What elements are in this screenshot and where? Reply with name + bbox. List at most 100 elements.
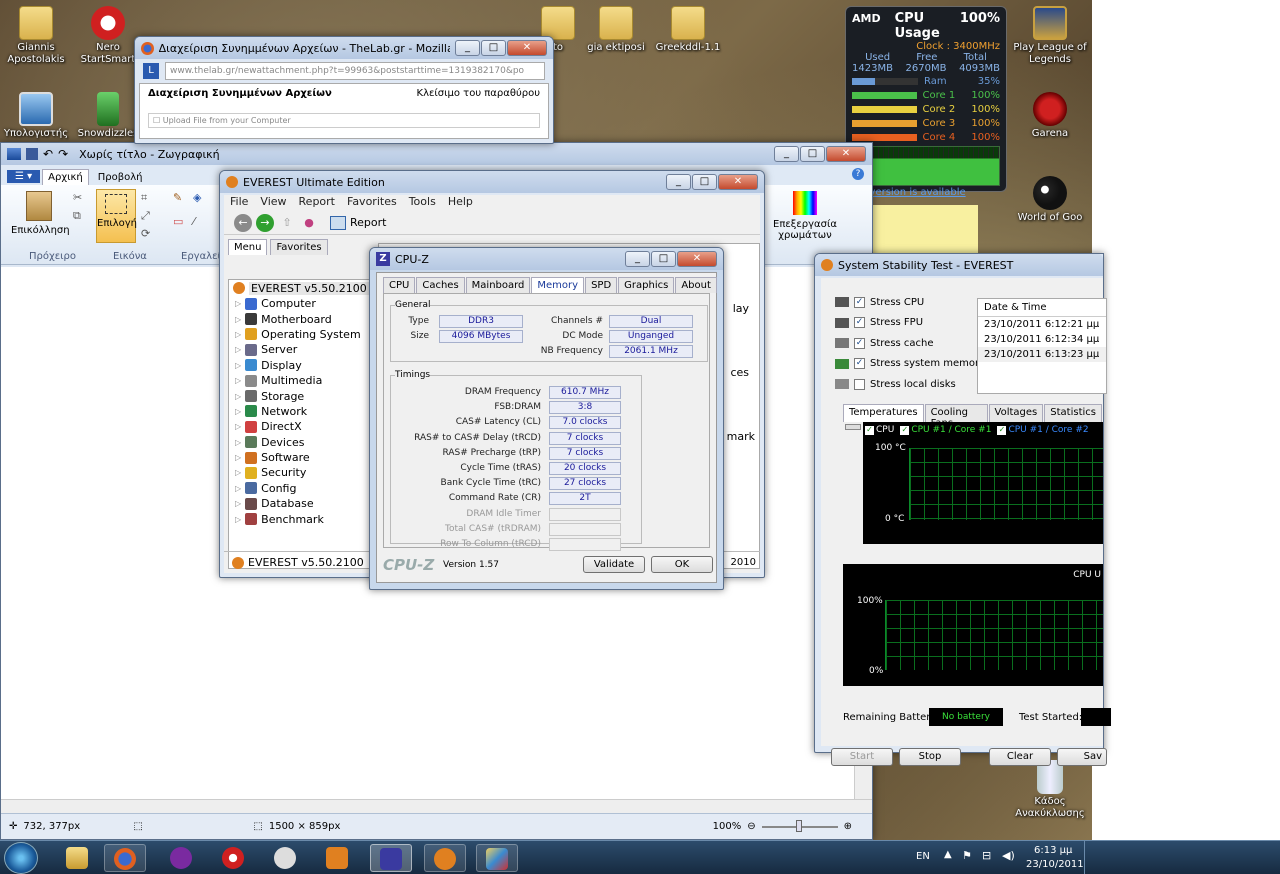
close-window-link[interactable]: Κλείσιμο του παραθύρου <box>417 88 540 99</box>
tab-menu[interactable]: Menu <box>228 239 268 255</box>
minimize-button[interactable]: _ <box>666 174 691 190</box>
log-row[interactable]: 23/10/2011 6:12:34 μμ <box>978 332 1106 347</box>
minimize-button[interactable]: _ <box>455 40 480 56</box>
tab-view[interactable]: Προβολή <box>92 169 149 185</box>
stop-button[interactable]: Stop <box>899 748 961 766</box>
new-version-link[interactable]: ew version is available <box>852 187 1000 198</box>
undo-icon[interactable]: ↶ <box>43 147 53 161</box>
stress-option[interactable]: ✓ Stress CPU <box>835 292 985 313</box>
legend-item[interactable]: ✓ CPU <box>865 425 894 435</box>
stress-checkbox[interactable]: ✓ <box>854 296 865 308</box>
upload-field[interactable]: ☐ Upload File from your Computer <box>148 113 540 128</box>
legend-checkbox[interactable]: ✓ <box>997 425 1007 435</box>
users-icon[interactable]: ● <box>300 216 318 229</box>
maximize-button[interactable]: □ <box>800 146 825 162</box>
sticky-note[interactable] <box>872 205 978 253</box>
taskbar-player[interactable] <box>316 844 358 872</box>
tree-item-devices[interactable]: ▷ Devices <box>229 435 375 450</box>
close-button[interactable]: ✕ <box>826 146 866 162</box>
start-button[interactable]: Start <box>831 748 893 766</box>
tree-item-network[interactable]: ▷ Network <box>229 404 375 419</box>
desktop-icon-garena[interactable]: Garena <box>1012 92 1088 140</box>
firefox-titlebar[interactable]: Διαχείριση Συνημμένων Αρχείων - TheLab.g… <box>135 37 553 59</box>
tree-item-computer[interactable]: ▷ Computer <box>229 296 375 311</box>
fill-icon[interactable]: ◈ <box>193 191 201 204</box>
volume-icon[interactable]: ◀) <box>1002 849 1015 862</box>
clock-date[interactable]: 23/10/2011 <box>1026 859 1084 870</box>
tree-item-storage[interactable]: ▷ Storage <box>229 388 375 403</box>
stress-checkbox[interactable]: ✓ <box>854 317 865 329</box>
taskbar-firefox[interactable] <box>104 844 146 872</box>
url-bar[interactable]: www.thelab.gr/newattachment.php?t=99963&… <box>165 62 545 80</box>
cpuz-tab-graphics[interactable]: Graphics <box>618 277 675 293</box>
stress-option[interactable]: ✓ Stress FPU <box>835 313 985 334</box>
expand-icon[interactable]: ▷ <box>235 376 241 385</box>
close-button[interactable]: ✕ <box>677 251 717 267</box>
desktop-icon-lol[interactable]: Play League of Legends <box>1012 6 1088 66</box>
language-indicator[interactable]: EN <box>916 851 930 862</box>
cut-icon[interactable]: ✂ <box>73 191 82 204</box>
picker-icon[interactable]: ⁄ <box>193 215 195 228</box>
up-icon[interactable]: ⇧ <box>278 216 296 229</box>
everest-titlebar[interactable]: EVEREST Ultimate Edition _ □ ✕ <box>220 171 764 193</box>
back-icon[interactable]: ← <box>234 213 252 232</box>
expand-icon[interactable]: ▷ <box>235 407 241 416</box>
expand-icon[interactable]: ▷ <box>235 330 241 339</box>
legend-checkbox[interactable]: ✓ <box>900 425 910 435</box>
paint-titlebar[interactable]: ↶ ↷ Χωρίς τίτλο - Ζωγραφική _ □ ✕ <box>1 143 872 165</box>
tree-item-display[interactable]: ▷ Display <box>229 358 375 373</box>
eraser-icon[interactable]: ▭ <box>173 215 183 228</box>
rotate-icon[interactable]: ⟳ <box>141 227 150 240</box>
tree-item-security[interactable]: ▷ Security <box>229 465 375 480</box>
resize-icon[interactable]: ⤢ <box>141 209 150 223</box>
maximize-button[interactable]: □ <box>651 251 676 267</box>
validate-button[interactable]: Validate <box>583 556 645 573</box>
tray-chevron-icon[interactable]: ▲ <box>944 849 952 860</box>
tree-item-config[interactable]: ▷ Config <box>229 481 375 496</box>
minimize-button[interactable]: _ <box>625 251 650 267</box>
redo-icon[interactable]: ↷ <box>58 147 68 161</box>
stress-option[interactable]: ✓ Stress system memory <box>835 354 985 375</box>
cpuz-tab-spd[interactable]: SPD <box>585 277 618 293</box>
tree-item-server[interactable]: ▷ Server <box>229 342 375 357</box>
stress-option[interactable]: ✓ Stress cache <box>835 333 985 354</box>
maximize-button[interactable]: □ <box>481 40 506 56</box>
taskbar-nero[interactable] <box>212 844 254 872</box>
tree-item-benchmark[interactable]: ▷ Benchmark <box>229 511 375 526</box>
tree-item-motherboard[interactable]: ▷ Motherboard <box>229 311 375 326</box>
cpuz-tab-cpu[interactable]: CPU <box>383 277 416 293</box>
pencil-icon[interactable]: ✎ <box>173 191 182 204</box>
firefox-window[interactable]: Διαχείριση Συνημμένων Αρχείων - TheLab.g… <box>134 36 554 144</box>
desktop-icon-greekddl[interactable]: Greekddl-1.1 <box>650 6 726 54</box>
menu-favorites[interactable]: Favorites <box>347 195 397 211</box>
legend-checkbox[interactable]: ✓ <box>865 425 874 435</box>
tab-favorites[interactable]: Favorites <box>270 239 328 255</box>
crop-icon[interactable]: ⌗ <box>141 191 147 205</box>
report-icon[interactable] <box>330 215 346 230</box>
log-row[interactable]: 23/10/2011 6:12:21 μμ <box>978 317 1106 332</box>
menu-view[interactable]: View <box>260 195 286 211</box>
stability-test-window[interactable]: System Stability Test - EVEREST ✓ Stress … <box>814 253 1111 766</box>
minimize-button[interactable]: _ <box>774 146 799 162</box>
desktop-icon-user[interactable]: Giannis Apostolakis <box>0 6 74 66</box>
expand-icon[interactable]: ▷ <box>235 468 241 477</box>
tree-item-multimedia[interactable]: ▷ Multimedia <box>229 373 375 388</box>
ok-button[interactable]: OK <box>651 556 713 573</box>
legend-item[interactable]: ✓ CPU #1 / Core #2 <box>997 425 1089 435</box>
edit-colors-button[interactable]: Επεξεργασία χρωμάτων <box>773 191 837 241</box>
paint-menu-button[interactable]: ☰ ▾ <box>7 170 41 183</box>
expand-icon[interactable]: ▷ <box>235 299 241 308</box>
start-button[interactable] <box>4 842 38 874</box>
expand-icon[interactable]: ▷ <box>235 453 241 462</box>
expand-icon[interactable]: ▷ <box>235 315 241 324</box>
expand-icon[interactable]: ▷ <box>235 422 241 431</box>
horizontal-scrollbar[interactable] <box>1 799 872 813</box>
cpuz-tab-memory[interactable]: Memory <box>531 277 585 293</box>
paste-button[interactable]: Επικόλληση <box>11 191 70 236</box>
close-button[interactable]: ✕ <box>718 174 758 190</box>
network-icon[interactable]: ⊟ <box>982 849 991 862</box>
cpuz-tab-mainboard[interactable]: Mainboard <box>465 277 531 293</box>
stress-checkbox[interactable] <box>854 378 865 390</box>
taskbar-cpuz[interactable] <box>370 844 412 872</box>
report-button[interactable]: Report <box>350 216 386 229</box>
